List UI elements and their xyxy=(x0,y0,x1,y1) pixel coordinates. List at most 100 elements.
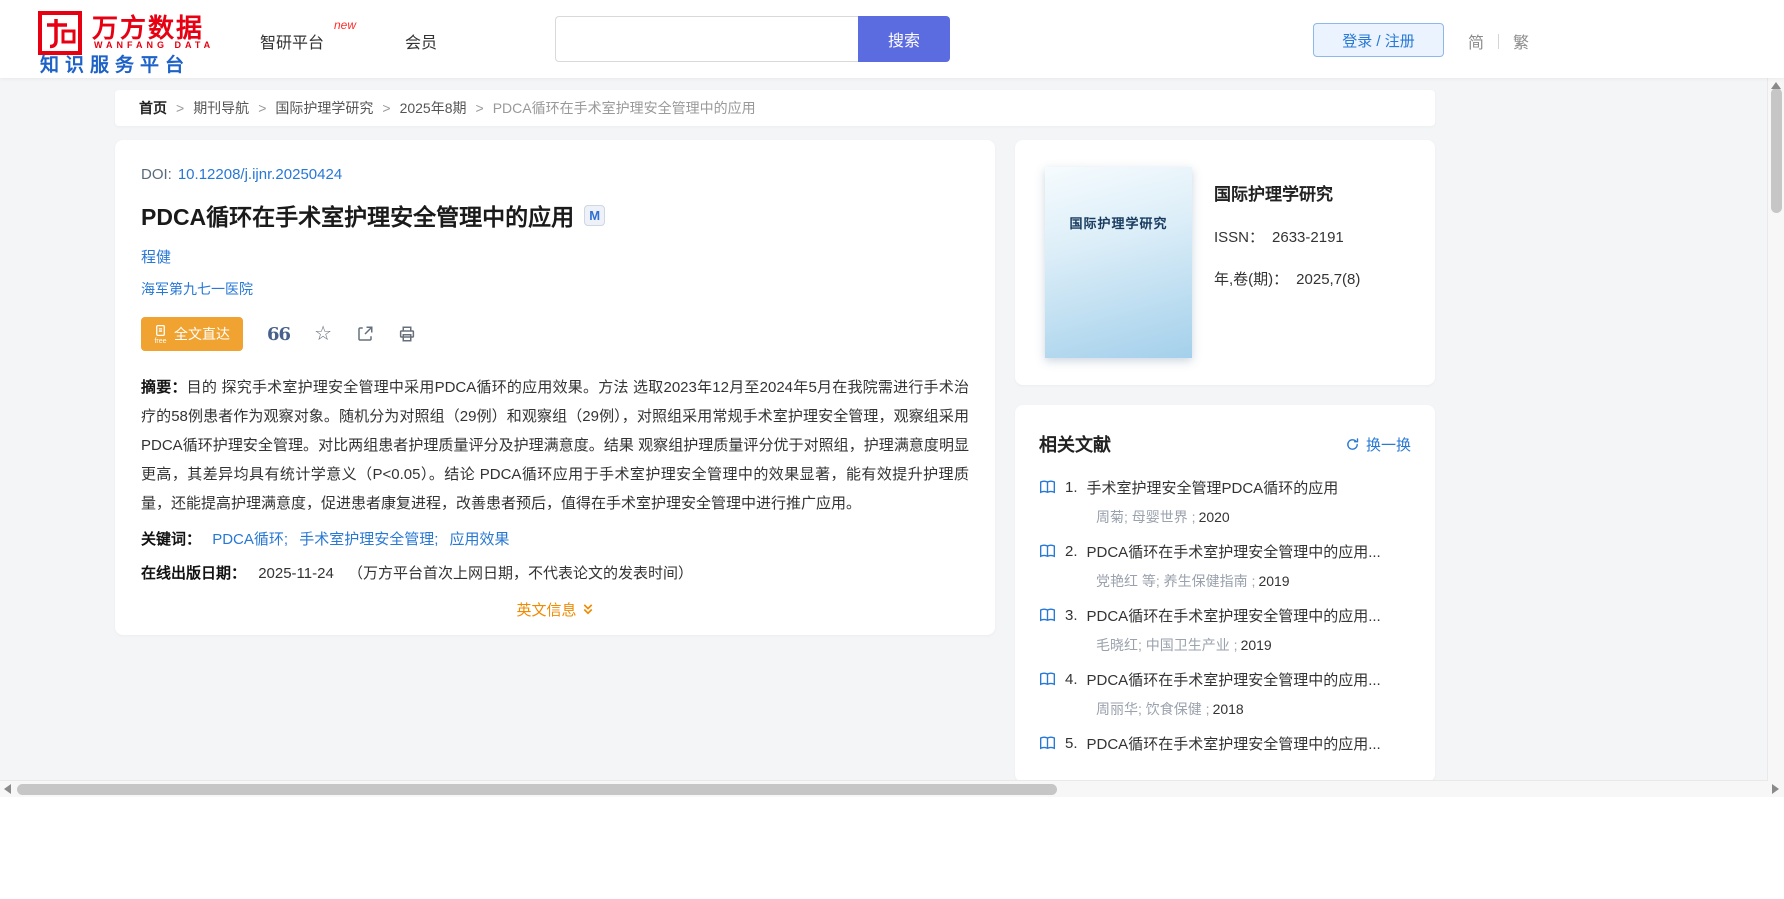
search-button[interactable]: 搜索 xyxy=(858,16,950,62)
breadcrumb: 首页 > 期刊导航 > 国际护理学研究 > 2025年8期 > PDCA循环在手… xyxy=(115,90,1435,126)
publish-date-note: （万方平台首次上网日期，不代表论文的发表时间） xyxy=(347,565,693,582)
journal-info: 国际护理学研究 ISSN： 2633-2191 年,卷(期)： 2025,7(8) xyxy=(1214,180,1360,289)
related-item-link[interactable]: 5. PDCA循环在手术室护理安全管理中的应用... xyxy=(1039,733,1411,754)
breadcrumb-journal-nav[interactable]: 期刊导航 xyxy=(193,98,249,118)
item-title: 手术室护理安全管理PDCA循环的应用 xyxy=(1086,480,1339,497)
fulltext-button[interactable]: free 全文直达 xyxy=(141,317,243,351)
vertical-scrollbar-thumb[interactable] xyxy=(1771,88,1782,213)
item-title: PDCA循环在手术室护理安全管理中的应用... xyxy=(1086,736,1381,753)
journal-name[interactable]: 国际护理学研究 xyxy=(1214,180,1360,205)
abstract-text: 目的 探究手术室护理安全管理中采用PDCA循环的应用效果。方法 选取2023年1… xyxy=(141,379,969,512)
scroll-left-arrow-icon[interactable] xyxy=(4,784,11,794)
scroll-right-arrow-icon[interactable] xyxy=(1772,784,1779,794)
refresh-icon xyxy=(1347,437,1359,450)
double-chevron-down-icon xyxy=(583,604,592,615)
journal-volume-row: 年,卷(期)： 2025,7(8) xyxy=(1214,268,1360,289)
login-register-button[interactable]: 登录 / 注册 xyxy=(1313,23,1444,57)
doi-label: DOI: xyxy=(141,166,172,183)
item-year: 2019 xyxy=(1240,637,1272,653)
horizontal-scrollbar[interactable] xyxy=(0,780,1784,797)
breadcrumb-separator: > xyxy=(382,100,391,116)
horizontal-scrollbar-thumb[interactable] xyxy=(17,784,1057,795)
publish-date: 2025-11-24 xyxy=(258,565,334,582)
book-icon xyxy=(1040,608,1055,622)
journal-cover-title: 国际护理学研究 xyxy=(1069,216,1168,231)
item-authors-source: 党艳红 等; 养生保健指南 ; xyxy=(1096,573,1256,589)
item-year: 2019 xyxy=(1258,573,1290,589)
item-title: PDCA循环在手术室护理安全管理中的应用... xyxy=(1086,672,1381,689)
list-item: 3. PDCA循环在手术室护理安全管理中的应用... 毛晓红; 中国卫生产业 ;… xyxy=(1039,605,1411,655)
breadcrumb-home[interactable]: 首页 xyxy=(139,98,167,118)
related-item-link[interactable]: 4. PDCA循环在手术室护理安全管理中的应用... xyxy=(1039,669,1411,690)
issn-label: ISSN： xyxy=(1214,229,1265,246)
search-input[interactable] xyxy=(555,16,858,62)
export-share-icon[interactable] xyxy=(356,325,374,343)
nav-zhiyan-platform[interactable]: 智研平台 xyxy=(260,29,324,53)
item-authors-source: 周丽华; 饮食保健 ; xyxy=(1096,701,1210,717)
lang-traditional[interactable]: 繁 xyxy=(1513,29,1529,53)
refresh-link[interactable]: 换一换 xyxy=(1345,434,1411,455)
author-link[interactable]: 程健 xyxy=(141,246,171,267)
journal-issn-row: ISSN： 2633-2191 xyxy=(1214,226,1360,247)
related-item-link[interactable]: 2. PDCA循环在手术室护理安全管理中的应用... xyxy=(1039,541,1411,562)
breadcrumb-issue[interactable]: 2025年8期 xyxy=(400,98,467,118)
journal-card: 国际护理学研究 国际护理学研究 ISSN： 2633-2191 年,卷(期)： 20… xyxy=(1015,140,1435,385)
keyword-link[interactable]: 应用效果 xyxy=(450,531,510,548)
item-title: PDCA循环在手术室护理安全管理中的应用... xyxy=(1086,544,1381,561)
wanfang-logo-icon[interactable] xyxy=(38,11,82,55)
list-item: 5. PDCA循环在手术室护理安全管理中的应用... xyxy=(1039,733,1411,779)
related-item-link[interactable]: 3. PDCA循环在手术室护理安全管理中的应用... xyxy=(1039,605,1411,626)
item-year: 2020 xyxy=(1198,509,1230,525)
lang-simplified[interactable]: 简 xyxy=(1468,29,1484,53)
brand-tagline: 知识服务平台 xyxy=(40,55,191,76)
free-document-icon: free xyxy=(154,324,167,345)
item-index: 4. xyxy=(1065,671,1078,688)
citation-quote-icon[interactable]: 66 xyxy=(267,324,291,345)
keywords-label: 关键词： xyxy=(141,531,202,548)
vertical-scrollbar[interactable] xyxy=(1767,78,1784,781)
breadcrumb-separator: > xyxy=(475,100,484,116)
item-index: 1. xyxy=(1065,479,1078,496)
english-info-row: 英文信息 xyxy=(141,599,969,620)
item-year: 2018 xyxy=(1212,701,1244,717)
doi-link[interactable]: 10.12208/j.ijnr.20250424 xyxy=(178,166,342,183)
medline-badge-icon: M xyxy=(584,204,606,226)
breadcrumb-separator: > xyxy=(176,100,185,116)
nav-member[interactable]: 会员 xyxy=(405,29,437,53)
related-header: 相关文献 换一换 xyxy=(1039,431,1411,457)
item-meta: 周丽华; 饮食保健 ; 2018 xyxy=(1096,699,1411,719)
list-item: 4. PDCA循环在手术室护理安全管理中的应用... 周丽华; 饮食保健 ; 20… xyxy=(1039,669,1411,719)
item-authors-source: 毛晓红; 中国卫生产业 ; xyxy=(1096,637,1238,653)
english-info-link[interactable]: 英文信息 xyxy=(516,599,593,620)
item-title: PDCA循环在手术室护理安全管理中的应用... xyxy=(1086,608,1381,625)
print-icon[interactable] xyxy=(398,325,416,343)
doi-row: DOI: 10.12208/j.ijnr.20250424 xyxy=(141,166,969,183)
related-title: 相关文献 xyxy=(1039,435,1111,455)
favorite-star-icon[interactable]: ☆ xyxy=(314,324,332,344)
header: 万方数据 WANFANG DATA 知识服务平台 智研平台 new 会员 搜索 … xyxy=(0,0,1784,78)
breadcrumb-journal[interactable]: 国际护理学研究 xyxy=(275,98,373,118)
breadcrumb-separator: > xyxy=(258,100,267,116)
fulltext-label: 全文直达 xyxy=(174,326,230,342)
item-index: 3. xyxy=(1065,607,1078,624)
item-meta: 毛晓红; 中国卫生产业 ; 2019 xyxy=(1096,635,1411,655)
item-index: 5. xyxy=(1065,735,1078,752)
keyword-link[interactable]: 手术室护理安全管理; xyxy=(299,531,438,548)
affiliation-link[interactable]: 海军第九七一医院 xyxy=(141,279,969,299)
item-index: 2. xyxy=(1065,543,1078,560)
keyword-link[interactable]: PDCA循环; xyxy=(212,531,288,548)
related-list: 1. 手术室护理安全管理PDCA循环的应用 周菊; 母婴世界 ; 2020 2. … xyxy=(1039,477,1411,779)
journal-cover[interactable]: 国际护理学研究 xyxy=(1045,167,1192,358)
item-meta xyxy=(1096,763,1411,779)
article-toolbar: free 全文直达 66 ☆ xyxy=(141,317,969,351)
scroll-up-arrow-icon[interactable] xyxy=(1771,82,1781,89)
free-label: free xyxy=(154,337,167,345)
related-item-link[interactable]: 1. 手术室护理安全管理PDCA循环的应用 xyxy=(1039,477,1411,498)
below-viewport-area xyxy=(0,797,1784,899)
abstract-label: 摘要： xyxy=(141,379,187,396)
book-icon xyxy=(1040,672,1055,686)
list-item: 2. PDCA循环在手术室护理安全管理中的应用... 党艳红 等; 养生保健指南… xyxy=(1039,541,1411,591)
book-icon xyxy=(1040,736,1055,750)
book-icon xyxy=(1040,480,1055,494)
book-icon xyxy=(1040,544,1055,558)
